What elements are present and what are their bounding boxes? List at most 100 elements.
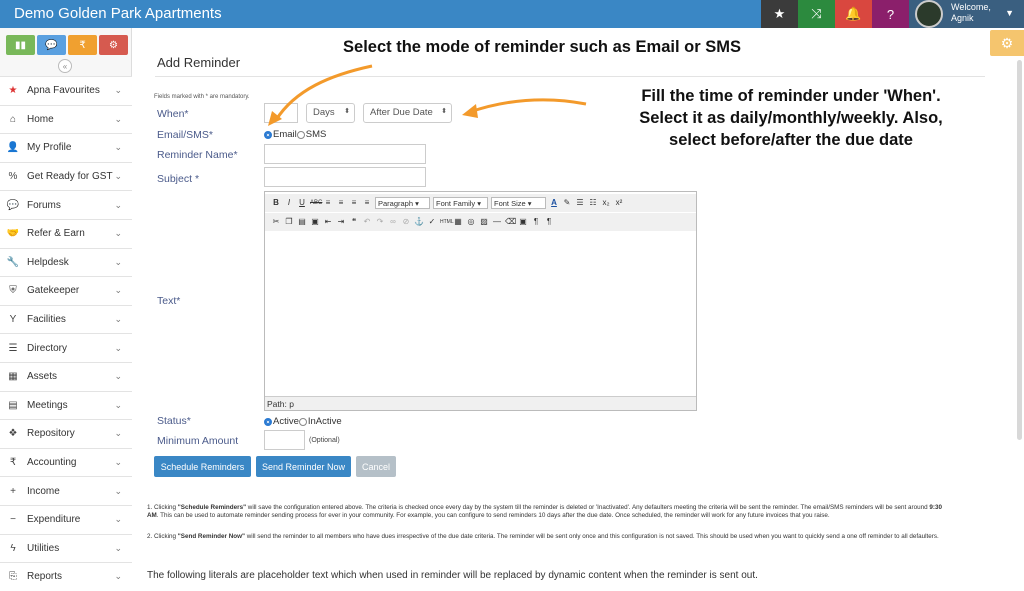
bold-icon[interactable]: B xyxy=(271,198,281,208)
fullscreen-icon[interactable]: ▣ xyxy=(518,217,528,227)
sidebar-item-income[interactable]: + Income ⌄ xyxy=(0,476,132,505)
link-icon[interactable]: ∞ xyxy=(388,217,398,227)
sidebar-item-meetings[interactable]: ▤ Meetings ⌄ xyxy=(0,390,132,420)
sidebar-item-utilities[interactable]: ϟ Utilities ⌄ xyxy=(0,533,132,563)
chevron-down-icon: ⌄ xyxy=(114,428,122,439)
scrollbar[interactable] xyxy=(1017,60,1022,440)
align-left-icon[interactable]: ≡ xyxy=(323,198,333,208)
sidebar-item-helpdesk[interactable]: 🔧 Helpdesk ⌄ xyxy=(0,247,132,277)
minimum-amount-input[interactable] xyxy=(264,430,305,450)
cleanup-icon[interactable]: ✓ xyxy=(427,217,437,227)
cancel-button[interactable]: Cancel xyxy=(356,456,396,477)
redo-icon[interactable]: ↷ xyxy=(375,217,385,227)
notifications-button[interactable]: 🔔 xyxy=(835,0,872,28)
unlink-icon[interactable]: ⊘ xyxy=(401,217,411,227)
settings-button[interactable]: ⚙ xyxy=(990,30,1024,56)
highlight-color-icon[interactable]: ✎ xyxy=(562,198,572,208)
table-icon[interactable]: ▦ xyxy=(453,217,463,227)
reminder-name-input[interactable] xyxy=(264,144,426,164)
remove-format-icon[interactable]: ⌫ xyxy=(505,217,516,227)
bullet-list-icon[interactable]: ☰ xyxy=(575,198,585,208)
sidebar-item-forums[interactable]: 💬 Forums ⌄ xyxy=(0,190,132,219)
outdent-icon[interactable]: ⇤ xyxy=(323,217,333,227)
rich-text-editor: B I U ABC ≡ ≡ ≡ ≡ Paragraph ▾ Font Famil… xyxy=(264,191,697,411)
align-right-icon[interactable]: ≡ xyxy=(349,198,359,208)
font-family-select[interactable]: Font Family ▾ xyxy=(433,197,488,209)
cogs-icon: ⚙ xyxy=(109,39,118,51)
chevron-down-icon: ⌄ xyxy=(114,228,122,239)
schedule-reminders-button[interactable]: Schedule Reminders xyxy=(154,456,251,477)
cut-icon[interactable]: ✂ xyxy=(271,217,281,227)
paste-word-icon[interactable]: ▣ xyxy=(310,217,320,227)
favourites-star-button[interactable]: ★ xyxy=(761,0,798,28)
numbered-list-icon[interactable]: ☷ xyxy=(588,198,598,208)
font-size-value: Font Size xyxy=(494,199,526,208)
text-color-icon[interactable]: A xyxy=(549,198,559,208)
copy-icon[interactable]: ❐ xyxy=(284,217,294,227)
sidebar-item-expenditure[interactable]: − Expenditure ⌄ xyxy=(0,504,132,534)
when-unit-value: Days xyxy=(313,107,335,118)
image-icon[interactable]: ▨ xyxy=(479,217,489,227)
subject-input[interactable] xyxy=(264,167,426,187)
chevron-down-icon: ⌄ xyxy=(114,113,122,124)
shortcut-rupee-button[interactable]: ₹ xyxy=(68,35,97,55)
ltr-icon[interactable]: ¶ xyxy=(531,217,541,227)
chevron-down-icon: ⌄ xyxy=(114,314,122,325)
underline-icon[interactable]: U xyxy=(297,198,307,208)
html-icon[interactable]: HTML xyxy=(440,217,454,227)
sidebar-item-apna-favourites[interactable]: ★ Apna Favourites ⌄ xyxy=(0,76,132,105)
italic-icon[interactable]: I xyxy=(284,198,294,208)
sidebar-item-repository[interactable]: ❖ Repository ⌄ xyxy=(0,419,132,448)
user-menu[interactable]: Welcome, Agnik ▼ xyxy=(909,0,1024,28)
active-radio[interactable] xyxy=(264,417,272,426)
sidebar-item-facilities[interactable]: Y Facilities ⌄ xyxy=(0,304,132,334)
undo-icon[interactable]: ↶ xyxy=(362,217,372,227)
sidebar-item-reports[interactable]: ⎘ Reports ⌄ xyxy=(0,562,132,591)
help-button[interactable]: ? xyxy=(872,0,909,28)
send-reminder-now-button[interactable]: Send Reminder Now xyxy=(256,456,351,477)
blockquote-icon[interactable]: ❝ xyxy=(349,217,359,227)
sidebar-item-label: Get Ready for GST xyxy=(27,171,113,183)
shortcut-settings-button[interactable]: ⚙ xyxy=(99,35,128,55)
sidebar-item-accounting[interactable]: ₹ Accounting ⌄ xyxy=(0,447,132,477)
subscript-icon[interactable]: x₂ xyxy=(601,198,611,208)
sidebar-item-gatekeeper[interactable]: ⛨ Gatekeeper ⌄ xyxy=(0,276,132,305)
updown-icon: ⬍ xyxy=(441,108,447,115)
shuffle-button[interactable]: ⤨ xyxy=(798,0,835,28)
shortcut-dashboard-button[interactable]: ▮▮ xyxy=(6,35,35,55)
sidebar-item-get-ready-for-gst[interactable]: % Get Ready for GST ⌄ xyxy=(0,161,132,191)
sidebar-shortcuts: ▮▮ 💬 ₹ ⚙ xyxy=(6,35,128,55)
sidebar-item-my-profile[interactable]: 👤 My Profile ⌄ xyxy=(0,133,132,162)
align-center-icon[interactable]: ≡ xyxy=(336,198,346,208)
note-1-bold: "Schedule Reminders" xyxy=(177,504,247,511)
when-relative-value: After Due Date xyxy=(370,107,433,118)
sidebar-item-refer-earn[interactable]: 🤝 Refer & Earn ⌄ xyxy=(0,218,132,248)
when-label: When* xyxy=(157,108,189,120)
paragraph-select[interactable]: Paragraph ▾ xyxy=(375,197,430,209)
sidebar-item-directory[interactable]: ☰ Directory ⌄ xyxy=(0,333,132,362)
subject-label: Subject * xyxy=(157,173,200,185)
anchor-icon[interactable]: ⚓ xyxy=(414,217,424,227)
chevron-down-icon: ⌄ xyxy=(114,85,122,96)
shortcut-chat-button[interactable]: 💬 xyxy=(37,35,66,55)
when-relative-select[interactable]: After Due Date ⬍ xyxy=(363,103,452,123)
sidebar-item-home[interactable]: ⌂ Home ⌄ xyxy=(0,104,132,134)
indent-icon[interactable]: ⇥ xyxy=(336,217,346,227)
when-number-input[interactable] xyxy=(264,103,298,123)
rtl-icon[interactable]: ¶ xyxy=(544,217,554,227)
email-radio[interactable] xyxy=(264,130,272,139)
align-justify-icon[interactable]: ≡ xyxy=(362,198,372,208)
paste-icon[interactable]: ▤ xyxy=(297,217,307,227)
when-unit-select[interactable]: Days ⬍ xyxy=(306,103,355,123)
editor-toolbar-row-2: ✂ ❐ ▤ ▣ ⇤ ⇥ ❝ ↶ ↷ ∞ ⊘ ⚓ ✓ HTML ▦ ◎ ▨ — ⌫… xyxy=(265,213,696,231)
sidebar-collapse-button[interactable]: « xyxy=(58,59,72,73)
superscript-icon[interactable]: x² xyxy=(614,198,624,208)
font-size-select[interactable]: Font Size ▾ xyxy=(491,197,546,209)
shuffle-icon: ⤨ xyxy=(811,6,822,21)
sidebar-item-assets[interactable]: ▦ Assets ⌄ xyxy=(0,361,132,391)
sms-radio[interactable] xyxy=(296,130,305,139)
horizontal-rule-icon[interactable]: — xyxy=(492,217,502,227)
inactive-radio[interactable] xyxy=(298,417,307,426)
media-icon[interactable]: ◎ xyxy=(466,217,476,227)
strikethrough-icon[interactable]: ABC xyxy=(310,198,322,208)
